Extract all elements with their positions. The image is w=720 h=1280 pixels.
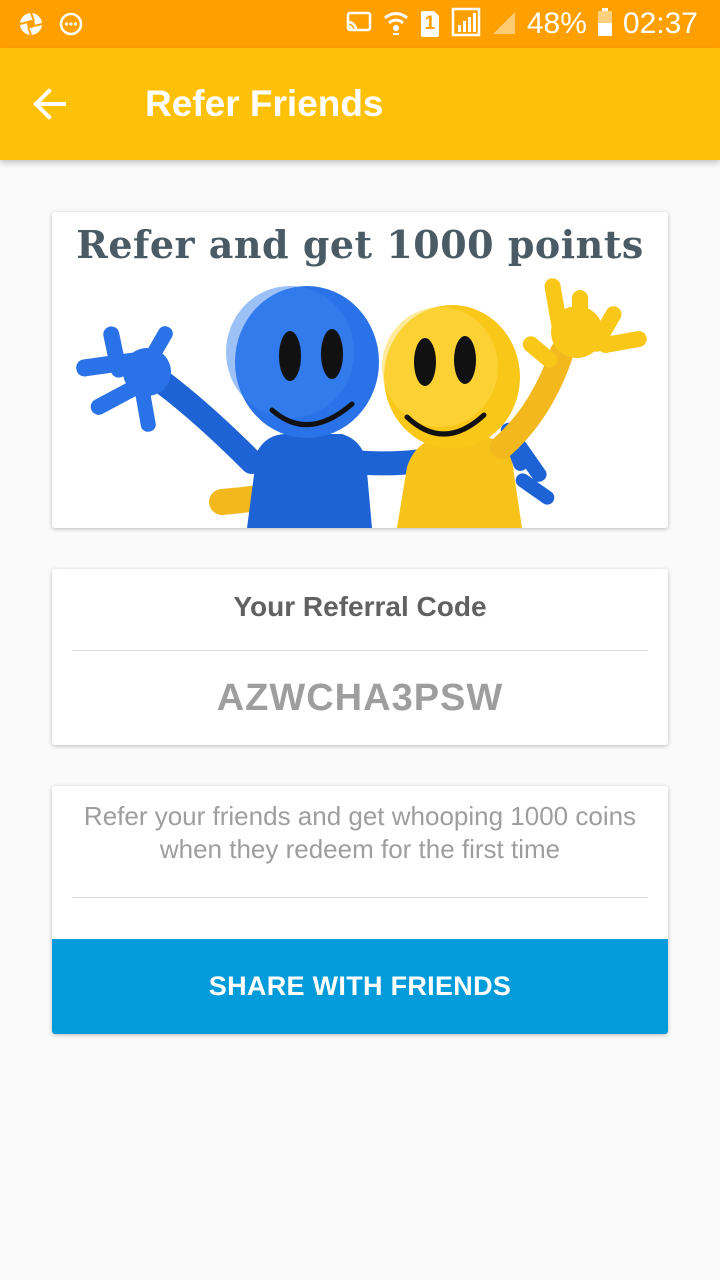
banner-headline: Refer and get 1000 points bbox=[76, 222, 644, 267]
referral-code-label: Your Referral Code bbox=[233, 591, 487, 622]
share-card: Refer your friends and get whooping 1000… bbox=[52, 786, 668, 1034]
arrow-back-icon bbox=[22, 88, 78, 136]
signal-empty-icon bbox=[491, 8, 517, 41]
signal-icon bbox=[451, 7, 481, 42]
divider bbox=[72, 897, 648, 898]
camera-aperture-icon bbox=[18, 11, 44, 42]
status-right-icons: 1 48% 02:37 bbox=[345, 6, 698, 42]
back-button[interactable] bbox=[22, 76, 78, 132]
page-title: Refer Friends bbox=[145, 83, 384, 124]
divider bbox=[72, 650, 648, 651]
status-left-icons bbox=[18, 11, 84, 42]
battery-icon bbox=[597, 7, 613, 42]
wifi-icon bbox=[383, 8, 409, 41]
sim-slot-number: 1 bbox=[424, 13, 436, 34]
status-bar: 1 48% 02:37 bbox=[0, 0, 720, 48]
cast-icon bbox=[345, 10, 373, 39]
chat-bubble-icon bbox=[58, 11, 84, 42]
referral-code-value[interactable]: AZWCHA3PSW bbox=[52, 677, 668, 720]
share-description: Refer your friends and get whooping 1000… bbox=[83, 801, 637, 864]
battery-percent: 48% bbox=[526, 7, 587, 40]
share-with-friends-button[interactable]: SHARE WITH FRIENDS bbox=[52, 939, 668, 1034]
app-bar: Refer Friends bbox=[0, 48, 720, 160]
clock: 02:37 bbox=[622, 7, 698, 40]
sim-1-icon: 1 bbox=[419, 9, 441, 39]
referral-code-card: Your Referral Code AZWCHA3PSW bbox=[52, 569, 668, 745]
